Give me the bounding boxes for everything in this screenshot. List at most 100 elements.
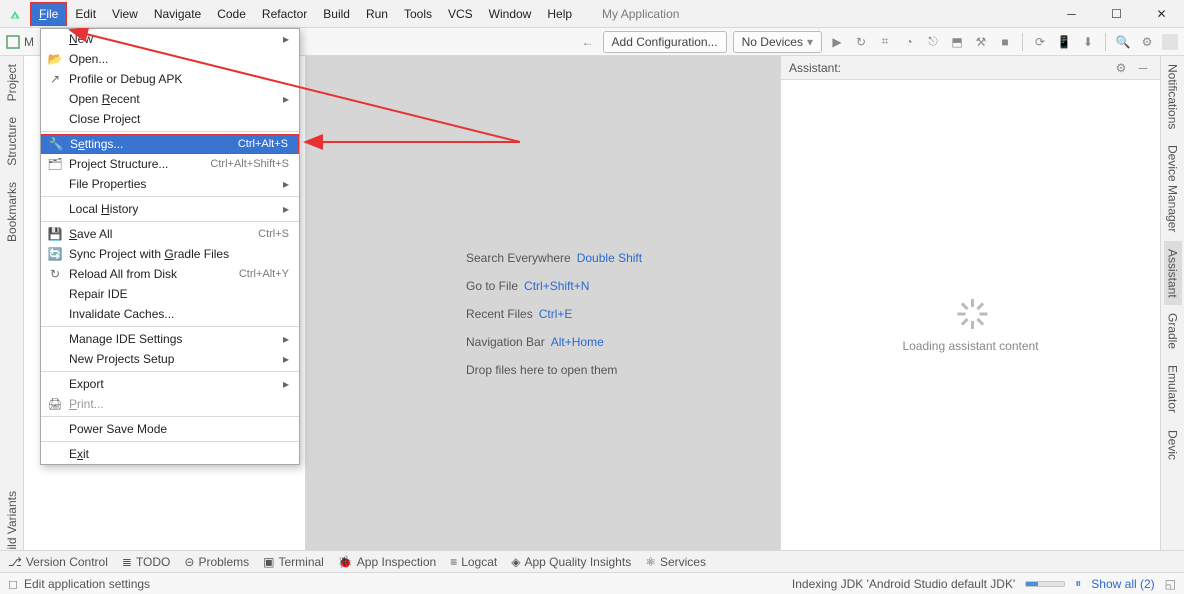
- search-icon[interactable]: 🔍: [1114, 33, 1132, 51]
- toolwindow-emulator[interactable]: Emulator: [1164, 357, 1182, 421]
- run-icon[interactable]: ▶: [828, 33, 846, 51]
- toolwindow-todo[interactable]: ≣TODO: [122, 555, 171, 569]
- file-local-history[interactable]: Local History▸: [41, 199, 299, 219]
- apply-changes-icon[interactable]: ↻: [852, 33, 870, 51]
- progress-pause-icon[interactable]: ⏸: [1075, 576, 1081, 591]
- assistant-loading-text: Loading assistant content: [902, 339, 1038, 353]
- add-configuration-button[interactable]: Add Configuration...: [603, 31, 727, 53]
- project-name: My Application: [602, 7, 679, 21]
- sync-icon: 🔄: [47, 246, 63, 262]
- avd-icon[interactable]: 📱: [1055, 33, 1073, 51]
- menu-window[interactable]: Window: [481, 3, 540, 25]
- menu-code[interactable]: Code: [209, 3, 254, 25]
- assistant-gear-icon[interactable]: ⚙: [1112, 59, 1130, 77]
- toolwindow-device-file[interactable]: Devic: [1164, 422, 1182, 468]
- file-new-projects-setup[interactable]: New Projects Setup▸: [41, 349, 299, 369]
- more-icon[interactable]: [1162, 34, 1178, 50]
- menu-build[interactable]: Build: [315, 3, 358, 25]
- menubar: File Edit View Navigate Code Refactor Bu…: [0, 0, 1184, 28]
- hammer-icon[interactable]: ⚒: [972, 33, 990, 51]
- file-save-all[interactable]: 💾Save AllCtrl+S: [41, 224, 299, 244]
- wrench-icon: 🔧: [48, 136, 64, 152]
- file-profile-apk[interactable]: ↗Profile or Debug APK: [41, 69, 299, 89]
- sync-icon[interactable]: ⟳: [1031, 33, 1049, 51]
- window-minimize[interactable]: ─: [1049, 0, 1094, 28]
- folder-open-icon: 📂: [47, 51, 63, 67]
- status-square-icon[interactable]: ◻: [8, 577, 18, 591]
- file-settings[interactable]: 🔧Settings...Ctrl+Alt+S: [41, 134, 299, 154]
- file-project-structure[interactable]: 🗂Project Structure...Ctrl+Alt+Shift+S: [41, 154, 299, 174]
- save-icon: 💾: [47, 226, 63, 242]
- android-studio-logo: [6, 5, 24, 23]
- window-close[interactable]: ✕: [1139, 0, 1184, 28]
- toolwindow-services[interactable]: ⚛Services: [645, 555, 706, 569]
- status-indexing: Indexing JDK 'Android Studio default JDK…: [792, 577, 1015, 591]
- nav-tab-label: M: [24, 35, 34, 49]
- right-toolstrip: Notifications Device Manager Assistant G…: [1160, 56, 1184, 572]
- file-new[interactable]: New▸: [41, 29, 299, 49]
- toolwindow-quality[interactable]: ◈App Quality Insights: [511, 555, 631, 569]
- toolwindow-app-inspection[interactable]: 🐞App Inspection: [338, 555, 436, 569]
- list-icon: ≣: [122, 555, 132, 569]
- toolwindow-gradle[interactable]: Gradle: [1164, 305, 1182, 357]
- profile-icon[interactable]: ◔: [900, 33, 918, 51]
- file-repair-ide[interactable]: Repair IDE: [41, 284, 299, 304]
- module-icon: [6, 35, 20, 49]
- toolwindow-bookmarks[interactable]: Bookmarks: [3, 174, 21, 250]
- status-bar: ◻ Edit application settings Indexing JDK…: [0, 572, 1184, 594]
- menu-help[interactable]: Help: [539, 3, 580, 25]
- file-exit[interactable]: Exit: [41, 444, 299, 464]
- bug-icon: 🐞: [338, 555, 353, 569]
- sdk-icon[interactable]: ⬇: [1079, 33, 1097, 51]
- device-selector[interactable]: No Devices ▾: [733, 31, 822, 53]
- menu-edit[interactable]: Edit: [67, 3, 104, 25]
- branch-icon: ⎇: [8, 555, 22, 569]
- assistant-hide-icon[interactable]: ─: [1134, 59, 1152, 77]
- terminal-icon: ▣: [263, 555, 274, 569]
- assistant-panel: Assistant: ⚙ ─ Loading assistant content: [780, 56, 1160, 572]
- show-all-link[interactable]: Show all (2): [1091, 577, 1154, 591]
- file-menu-dropdown: New▸ 📂Open... ↗Profile or Debug APK Open…: [40, 28, 300, 465]
- coverage-icon[interactable]: ⬒: [948, 33, 966, 51]
- assistant-title: Assistant:: [789, 61, 841, 75]
- gear-icon[interactable]: ⚙: [1138, 33, 1156, 51]
- print-icon: 🖨: [47, 396, 63, 412]
- file-sync-gradle[interactable]: 🔄Sync Project with Gradle Files: [41, 244, 299, 264]
- file-close-project[interactable]: Close Project: [41, 109, 299, 129]
- menu-refactor[interactable]: Refactor: [254, 3, 315, 25]
- services-icon: ⚛: [645, 555, 656, 569]
- menu-navigate[interactable]: Navigate: [146, 3, 209, 25]
- toolwindow-structure[interactable]: Structure: [3, 109, 21, 174]
- toolwindow-device-manager[interactable]: Device Manager: [1164, 137, 1182, 240]
- menu-run[interactable]: Run: [358, 3, 396, 25]
- file-open[interactable]: 📂Open...: [41, 49, 299, 69]
- toolwindow-problems[interactable]: ⊝Problems: [184, 555, 249, 569]
- nav-tab[interactable]: M: [6, 35, 34, 49]
- menu-file[interactable]: File: [30, 2, 67, 26]
- file-manage-ide-settings[interactable]: Manage IDE Settings▸: [41, 329, 299, 349]
- back-arrow-icon[interactable]: ←: [579, 33, 597, 51]
- toolwindow-version-control[interactable]: ⎇Version Control: [8, 555, 108, 569]
- file-invalidate-caches[interactable]: Invalidate Caches...: [41, 304, 299, 324]
- file-open-recent[interactable]: Open Recent▸: [41, 89, 299, 109]
- menu-vcs[interactable]: VCS: [440, 3, 481, 25]
- file-power-save[interactable]: Power Save Mode: [41, 419, 299, 439]
- profile-icon: ↗: [47, 71, 63, 87]
- toolwindow-notifications[interactable]: Notifications: [1164, 56, 1182, 137]
- status-corner-icon[interactable]: ◱: [1165, 577, 1176, 591]
- reload-icon: ↻: [47, 266, 63, 282]
- toolwindow-logcat[interactable]: ≡Logcat: [450, 555, 497, 569]
- debug-icon[interactable]: ⌗: [876, 33, 894, 51]
- file-export[interactable]: Export▸: [41, 374, 299, 394]
- menu-view[interactable]: View: [104, 3, 146, 25]
- file-properties[interactable]: File Properties▸: [41, 174, 299, 194]
- menu-tools[interactable]: Tools: [396, 3, 440, 25]
- toolwindow-assistant[interactable]: Assistant: [1164, 241, 1182, 306]
- toolwindow-terminal[interactable]: ▣Terminal: [263, 555, 324, 569]
- file-print[interactable]: 🖨Print...: [41, 394, 299, 414]
- file-reload-disk[interactable]: ↻Reload All from DiskCtrl+Alt+Y: [41, 264, 299, 284]
- window-maximize[interactable]: ☐: [1094, 0, 1139, 28]
- toolwindow-project[interactable]: Project: [3, 56, 21, 109]
- stop-icon[interactable]: ■: [996, 33, 1014, 51]
- attach-icon[interactable]: ⎋: [924, 33, 942, 51]
